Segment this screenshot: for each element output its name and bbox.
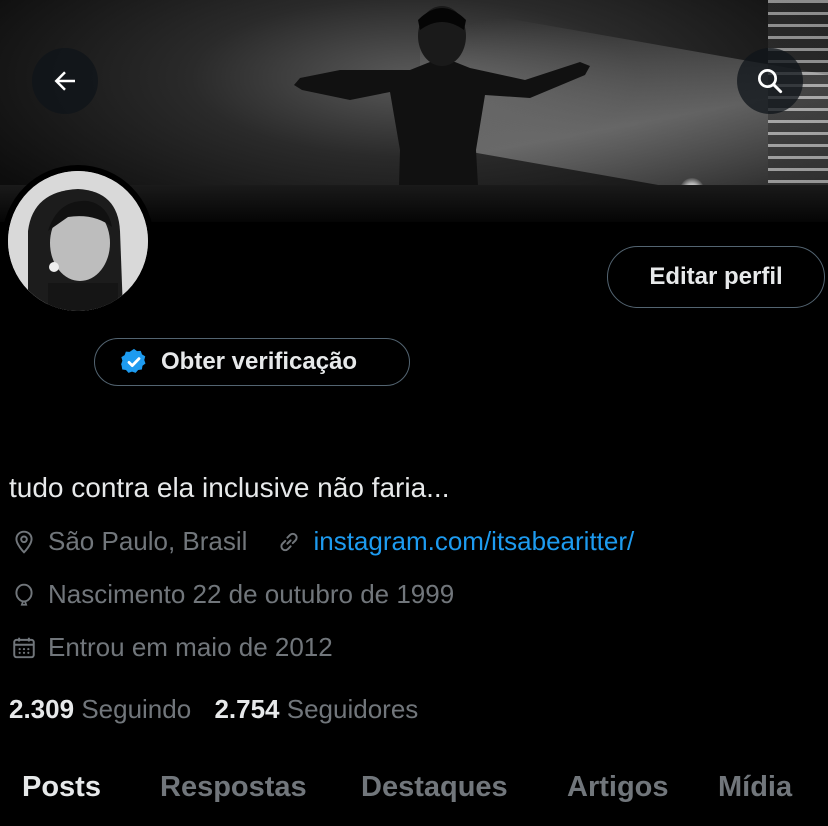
search-icon	[758, 69, 783, 94]
location-website-row: São Paulo, Brasil instagram.com/itsabear…	[10, 526, 634, 557]
get-verified-label: Obter verificação	[161, 348, 358, 375]
profile-tabs: Posts Respostas Destaques Artigos Mídia	[0, 765, 828, 826]
link-icon	[275, 528, 303, 556]
edit-profile-button[interactable]: Editar perfil	[607, 246, 825, 308]
tab-posts[interactable]: Posts	[22, 771, 101, 804]
tab-highlights[interactable]: Destaques	[361, 771, 508, 804]
edit-profile-label: Editar perfil	[649, 263, 783, 290]
tab-media[interactable]: Mídia	[718, 771, 792, 804]
get-verified-button[interactable]: Obter verificação	[94, 338, 410, 386]
profile-location: São Paulo, Brasil	[48, 526, 248, 556]
profile-birth-date: Nascimento 22 de outubro de 1999	[48, 579, 455, 609]
profile-website-link[interactable]: instagram.com/itsabearitter/	[313, 526, 634, 557]
arrow-left-icon	[54, 71, 75, 91]
tab-articles[interactable]: Artigos	[567, 771, 669, 804]
avatar	[8, 171, 148, 311]
calendar-icon	[10, 634, 38, 662]
followers-label: Seguidores	[286, 694, 419, 724]
followers-link[interactable]: 2.754 Seguidores	[214, 694, 418, 724]
following-count: 2.309	[9, 694, 75, 724]
following-label: Seguindo	[81, 694, 192, 724]
avatar-container[interactable]	[2, 165, 154, 317]
balloon-icon	[10, 581, 38, 609]
profile-join-date: Entrou em maio de 2012	[48, 632, 333, 662]
following-link[interactable]: 2.309 Seguindo	[9, 694, 198, 724]
joined-row: Entrou em maio de 2012	[10, 632, 333, 663]
avatar-portrait	[8, 171, 148, 311]
verified-badge-icon	[121, 348, 146, 373]
back-button[interactable]	[32, 48, 98, 114]
profile-bio: tudo contra ela inclusive não faria...	[9, 472, 450, 503]
birth-row: Nascimento 22 de outubro de 1999	[10, 579, 454, 610]
tab-replies[interactable]: Respostas	[160, 771, 307, 804]
location-pin-icon	[10, 528, 38, 556]
search-button[interactable]	[737, 48, 803, 114]
followers-count: 2.754	[214, 694, 280, 724]
follow-stats: 2.309 Seguindo 2.754 Seguidores	[9, 694, 418, 725]
